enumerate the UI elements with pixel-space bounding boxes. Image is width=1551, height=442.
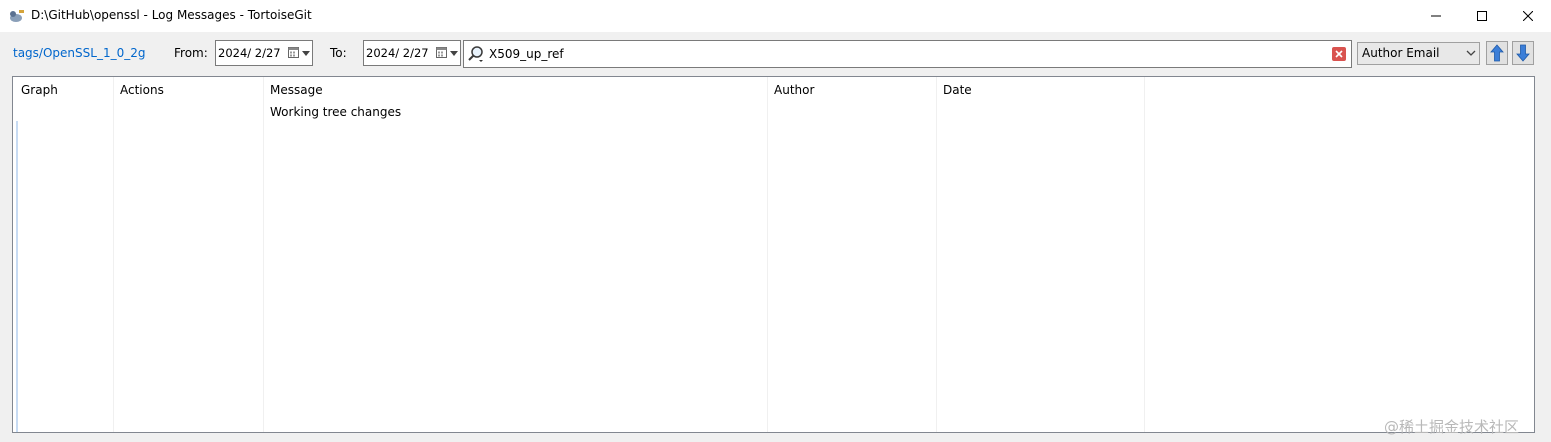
minimize-icon — [1431, 15, 1441, 17]
column-divider[interactable] — [936, 77, 937, 432]
clear-search-button[interactable] — [1332, 47, 1346, 61]
column-header-author[interactable]: Author — [774, 83, 814, 97]
column-header-graph[interactable]: Graph — [21, 83, 58, 97]
chevron-down-icon — [1466, 50, 1476, 56]
column-divider[interactable] — [767, 77, 768, 432]
close-icon — [1523, 11, 1533, 21]
to-label: To: — [330, 46, 347, 60]
column-divider[interactable] — [1144, 77, 1145, 432]
search-icon[interactable] — [467, 45, 485, 63]
title-bar: D:\GitHub\openssl - Log Messages - Torto… — [0, 0, 1551, 32]
table-row-message[interactable]: Working tree changes — [270, 105, 401, 119]
column-divider[interactable] — [263, 77, 264, 432]
next-match-button[interactable] — [1512, 41, 1534, 65]
arrow-down-icon — [1516, 44, 1530, 62]
clear-icon — [1335, 50, 1343, 58]
minimize-button[interactable] — [1413, 0, 1459, 32]
app-icon — [10, 10, 24, 22]
arrow-up-icon — [1490, 44, 1504, 62]
graph-line — [16, 121, 18, 432]
filter-field-value: Author Email — [1362, 46, 1440, 60]
maximize-icon — [1477, 11, 1487, 21]
from-date-picker[interactable]: 2024/ 2/27 — [215, 40, 313, 66]
window-title: D:\GitHub\openssl - Log Messages - Torto… — [31, 8, 312, 22]
close-button[interactable] — [1505, 0, 1551, 32]
branch-link[interactable]: tags/OpenSSL_1_0_2g — [13, 46, 145, 60]
column-header-date[interactable]: Date — [943, 83, 972, 97]
chevron-down-icon — [450, 51, 458, 56]
from-date-value: 2024/ 2/27 — [218, 46, 281, 60]
watermark: @稀土掘金技术社区 — [1384, 418, 1520, 436]
previous-match-button[interactable] — [1486, 41, 1508, 65]
maximize-button[interactable] — [1459, 0, 1505, 32]
to-date-picker[interactable]: 2024/ 2/27 — [363, 40, 461, 66]
column-header-message[interactable]: Message — [270, 83, 323, 97]
filter-toolbar: tags/OpenSSL_1_0_2g From: 2024/ 2/27 To:… — [0, 32, 1551, 76]
search-input[interactable]: X509_up_ref — [463, 40, 1352, 68]
search-text: X509_up_ref — [489, 47, 564, 61]
calendar-icon — [436, 47, 447, 58]
column-divider[interactable] — [113, 77, 114, 432]
to-date-value: 2024/ 2/27 — [366, 46, 429, 60]
calendar-icon — [288, 47, 299, 58]
chevron-down-icon — [302, 51, 310, 56]
log-list[interactable]: Graph Actions Message Author Date Workin… — [12, 76, 1535, 433]
from-label: From: — [174, 46, 208, 60]
filter-field-select[interactable]: Author Email — [1357, 42, 1480, 65]
column-header-actions[interactable]: Actions — [120, 83, 164, 97]
